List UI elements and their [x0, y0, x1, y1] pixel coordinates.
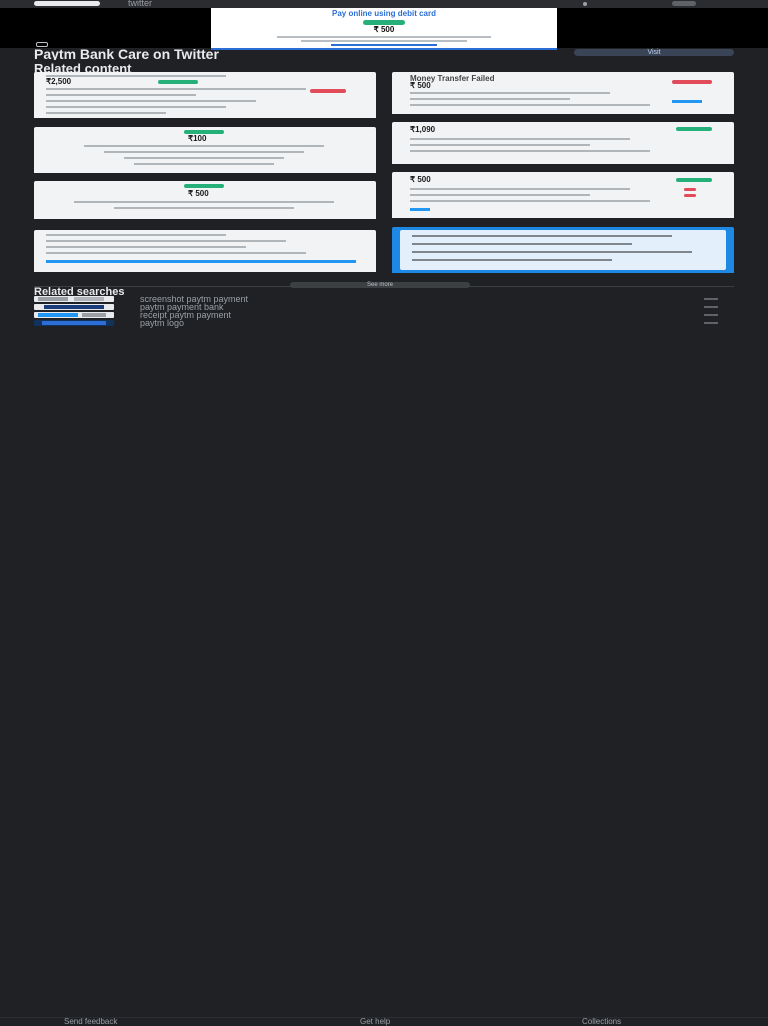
related-card[interactable]: ₹100 — [34, 127, 376, 177]
arrow-right-icon — [704, 314, 718, 316]
twitter-logo[interactable] — [34, 1, 100, 6]
close-button[interactable] — [672, 1, 696, 6]
see-more-button[interactable]: See more — [290, 282, 470, 288]
card-thumbnail: ₹1,090 — [392, 122, 734, 164]
card-caption — [392, 217, 734, 222]
card-thumbnail — [392, 227, 734, 273]
card-caption — [392, 272, 734, 277]
related-card[interactable]: ₹1,090 — [392, 122, 734, 168]
related-card[interactable]: Money Transfer Failed ₹ 500 — [392, 72, 734, 118]
card-amount: ₹ 500 — [188, 189, 209, 198]
related-search-item[interactable]: paytm logo — [34, 318, 734, 328]
text-line — [277, 36, 491, 38]
status-pill — [676, 178, 712, 182]
get-help-link[interactable]: Get help — [360, 1018, 390, 1026]
related-card[interactable]: ₹ 500 — [392, 172, 734, 222]
link-chip — [672, 100, 702, 103]
back-icon[interactable] — [36, 42, 48, 47]
search-thumbnail — [34, 304, 114, 310]
search-thumbnail — [34, 312, 114, 318]
action-bar — [46, 260, 356, 263]
status-pill — [676, 127, 712, 131]
related-search-label: paytm logo — [140, 318, 185, 328]
arrow-right-icon — [704, 322, 718, 324]
hero-image[interactable]: Pay online using debit card ₹ 500 — [211, 8, 557, 50]
text-line — [331, 44, 437, 46]
card-thumbnail: ₹ 500 — [34, 181, 376, 219]
hero-amount: ₹ 500 — [373, 25, 395, 34]
alert-pill — [310, 89, 346, 93]
card-thumbnail: ₹ 500 — [392, 172, 734, 218]
collections-link[interactable]: Collections — [582, 1018, 621, 1026]
card-thumbnail: Money Transfer Failed ₹ 500 — [392, 72, 734, 114]
card-amount: ₹1,090 — [410, 125, 436, 134]
card-amount: ₹2,500 — [46, 77, 72, 86]
status-pill — [184, 184, 224, 188]
card-caption — [34, 271, 376, 276]
card-thumbnail — [34, 230, 376, 272]
card-thumbnail: ₹2,500 — [34, 72, 376, 118]
related-card[interactable] — [34, 230, 376, 276]
search-thumbnail — [34, 320, 114, 326]
search-thumbnail — [34, 296, 114, 302]
related-search-item[interactable]: receipt paytm payment — [34, 310, 734, 320]
card-amount: ₹100 — [188, 134, 207, 143]
card-caption — [34, 172, 376, 177]
related-card[interactable] — [392, 227, 734, 277]
more-options-icon[interactable] — [583, 2, 587, 6]
related-card[interactable]: ₹ 500 — [34, 181, 376, 223]
divider — [34, 286, 734, 287]
card-caption — [34, 218, 376, 223]
source-site-label: twitter — [128, 0, 153, 8]
card-thumbnail: ₹100 — [34, 127, 376, 173]
related-search-item[interactable]: screenshot paytm payment — [34, 294, 734, 304]
related-search-item[interactable]: paytm payment bank — [34, 302, 734, 312]
related-card[interactable]: ₹2,500 — [34, 72, 376, 122]
visit-button[interactable]: Visit — [574, 49, 734, 56]
card-caption — [392, 113, 734, 118]
text-line — [301, 40, 467, 42]
card-caption — [34, 117, 376, 122]
page-title: Paytm Bank Care on Twitter — [34, 48, 219, 60]
status-pill — [158, 80, 198, 84]
top-bar: twitter — [0, 0, 768, 8]
hero-headline: Pay online using debit card — [331, 9, 437, 18]
card-amount: ₹ 500 — [410, 81, 431, 90]
alert-pill — [672, 80, 712, 84]
card-caption — [392, 163, 734, 168]
arrow-right-icon — [704, 306, 718, 308]
see-more-label: See more — [366, 282, 393, 288]
send-feedback-link[interactable]: Send feedback — [64, 1018, 117, 1026]
card-amount: ₹ 500 — [410, 175, 431, 184]
arrow-right-icon — [704, 298, 718, 300]
